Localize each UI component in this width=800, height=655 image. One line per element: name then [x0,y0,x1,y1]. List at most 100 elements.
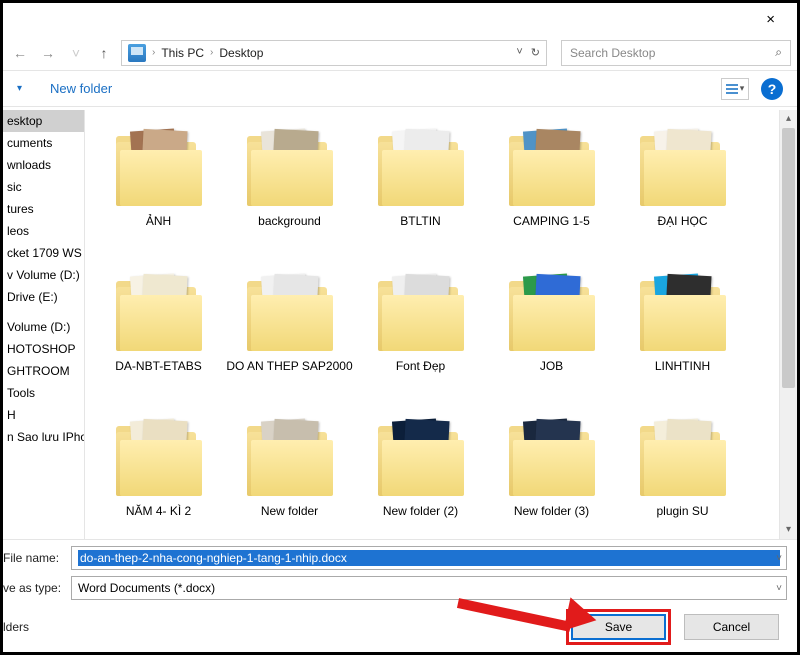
folder-icon [509,136,595,206]
chevron-right-icon: › [150,47,157,58]
refresh-icon[interactable]: ↻ [531,46,540,59]
breadcrumb-leaf[interactable]: Desktop [219,46,263,60]
sidebar-item[interactable]: leos [3,220,84,242]
folder-icon [640,136,726,206]
folder-icon [247,136,333,206]
new-folder-button[interactable]: New folder [50,81,112,96]
search-input[interactable]: Search Desktop ⌕ [561,40,791,66]
folder-grid: ẢNH background BTLTIN CAMPING 1-5 ĐẠI HỌC DA-… [85,110,797,539]
folder-icon [509,426,595,496]
sidebar-item[interactable]: v Volume (D:) [3,264,84,286]
view-options-button[interactable]: ▾ [721,78,749,100]
folder-item[interactable]: ẢNH [93,118,224,263]
sidebar-item[interactable]: cuments [3,132,84,154]
close-icon[interactable]: × [752,7,789,32]
folder-label: LINHTINH [655,359,710,373]
save-as-type-select[interactable]: Word Documents (*.docx) ˅ [71,576,787,600]
sidebar-item[interactable]: Tools [3,382,84,404]
folder-label: New folder [261,504,318,518]
breadcrumb-root[interactable]: This PC [161,46,204,60]
folder-icon [116,426,202,496]
scrollbar[interactable]: ▴ ▾ [779,110,797,539]
folder-item[interactable]: DA-NBT-ETABS [93,263,224,408]
forward-icon: → [37,45,59,61]
folder-item[interactable]: New folder [224,408,355,539]
folder-label: Font Đẹp [396,359,445,373]
folder-label: CAMPING 1-5 [513,214,590,228]
folder-icon [378,426,464,496]
scroll-thumb[interactable] [782,128,795,388]
folder-item[interactable]: Font Đẹp [355,263,486,408]
chevron-right-icon: › [208,47,215,58]
sidebar-item[interactable]: tures [3,198,84,220]
folder-item[interactable]: LINHTINH [617,263,748,408]
folder-icon [640,281,726,351]
folder-item[interactable]: JOB [486,263,617,408]
folder-label: NĂM 4- KÌ 2 [126,504,191,518]
folder-label: New folder (3) [514,504,589,518]
sidebar-item[interactable]: Drive (E:) [3,286,84,308]
folder-item[interactable]: CAMPING 1-5 [486,118,617,263]
scroll-up-icon[interactable]: ▴ [780,110,797,128]
folder-icon [640,426,726,496]
cancel-button[interactable]: Cancel [684,614,779,640]
folder-label: JOB [540,359,563,373]
sidebar-item[interactable]: H [3,404,84,426]
folder-item[interactable]: background [224,118,355,263]
folder-item[interactable]: New folder (3) [486,408,617,539]
organize-chevron-icon[interactable]: ▾ [17,83,22,94]
folder-icon [378,281,464,351]
chevron-down-icon[interactable]: ˅ [776,553,782,564]
titlebar: × [3,3,797,35]
sidebar-item[interactable]: esktop [3,110,84,132]
folder-item[interactable]: NĂM 4- KÌ 2 [93,408,224,539]
folder-label: ĐẠI HỌC [657,214,707,228]
sidebar-item[interactable]: wnloads [3,154,84,176]
folder-icon [116,281,202,351]
folder-label: background [258,214,321,228]
hide-folders-toggle[interactable]: lders [3,620,29,634]
folder-icon [247,281,333,351]
folder-label: plugin SU [656,504,708,518]
folder-label: DA-NBT-ETABS [115,359,201,373]
search-placeholder: Search Desktop [570,46,655,60]
back-icon[interactable]: ← [9,45,31,61]
folder-item[interactable]: ĐẠI HỌC [617,118,748,263]
folder-label: DO AN THEP SAP2000 [226,359,352,373]
folder-item[interactable]: BTLTIN [355,118,486,263]
navbar: ← → ˅ ↑ › This PC › Desktop ˅ ↻ Search D… [3,35,797,71]
folder-icon [247,426,333,496]
sidebar-item[interactable] [3,308,84,316]
help-icon[interactable]: ? [761,78,783,100]
search-icon: ⌕ [775,45,782,60]
filename-label: File name: [3,551,71,565]
address-bar[interactable]: › This PC › Desktop ˅ ↻ [121,40,547,66]
save-button[interactable]: Save [571,614,666,640]
folder-item[interactable]: plugin SU [617,408,748,539]
filename-input[interactable]: ˅ [71,546,787,570]
sidebar-item[interactable]: Volume (D:) [3,316,84,338]
folder-icon [509,281,595,351]
sidebar-item[interactable]: HOTOSHOP [3,338,84,360]
folder-item[interactable]: New folder (2) [355,408,486,539]
up-icon[interactable]: ↑ [93,45,115,61]
sidebar-item[interactable]: sic [3,176,84,198]
sidebar-item[interactable]: cket 1709 WS [3,242,84,264]
save-as-type-label: ve as type: [3,581,71,595]
scroll-down-icon[interactable]: ▾ [780,521,797,539]
recent-chevron-icon[interactable]: ˅ [65,45,87,61]
folder-icon [116,136,202,206]
bottom-panel: File name: ˅ ve as type: Word Documents … [3,539,797,652]
sidebar-item[interactable]: GHTROOM [3,360,84,382]
chevron-down-icon[interactable]: ˅ [776,583,782,594]
address-dropdown-icon[interactable]: ˅ [516,46,522,59]
folder-label: BTLTIN [400,214,440,228]
save-dialog: × ← → ˅ ↑ › This PC › Desktop ˅ ↻ Search… [0,0,800,655]
folder-label: ẢNH [146,214,171,228]
folder-item[interactable]: DO AN THEP SAP2000 [224,263,355,408]
save-as-type-value: Word Documents (*.docx) [78,581,215,595]
pc-icon [128,44,146,62]
sidebar-item[interactable]: n Sao lưu IPho [3,426,84,448]
toolbar: ▾ New folder ▾ ? [3,71,797,107]
folder-icon [378,136,464,206]
